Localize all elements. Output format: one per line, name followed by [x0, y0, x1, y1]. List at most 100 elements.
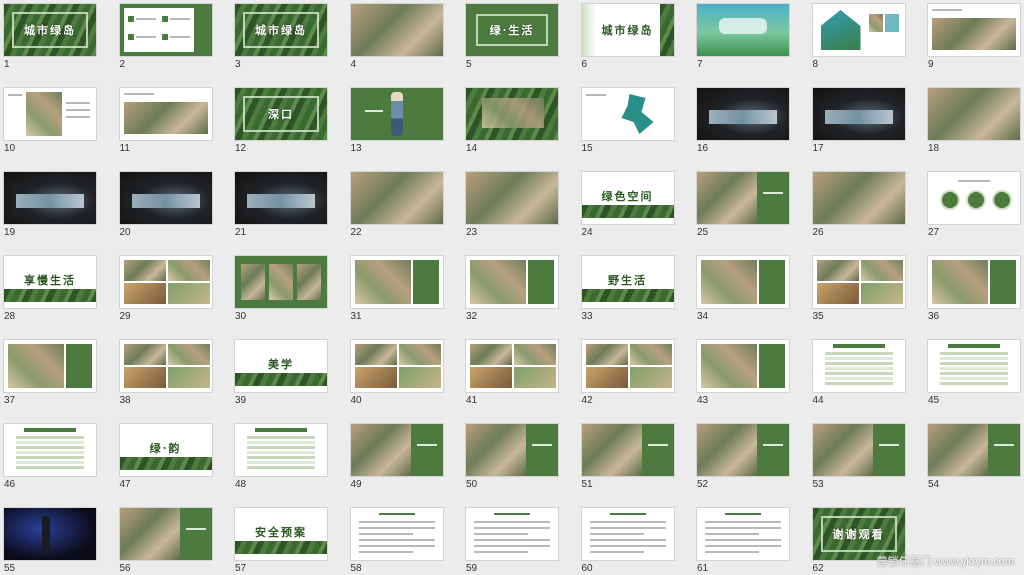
- table-row: [940, 372, 1008, 375]
- photo-strip: [932, 18, 1016, 50]
- slide-number: 14: [466, 143, 478, 154]
- photo: [167, 344, 210, 365]
- photo: [697, 172, 757, 224]
- slide-preview: [4, 172, 96, 224]
- photo: [701, 344, 757, 388]
- green-panel: [66, 344, 92, 388]
- table-row: [247, 466, 315, 469]
- slide-preview: [119, 508, 212, 560]
- photo: [581, 424, 642, 476]
- slide-number: 3: [235, 59, 241, 70]
- photo: [241, 264, 265, 300]
- table-row: [824, 377, 893, 380]
- slide-number: 18: [928, 143, 940, 154]
- photo: [269, 264, 293, 300]
- slide-number: 34: [697, 311, 709, 322]
- slide-preview: [350, 172, 443, 224]
- photo: [932, 260, 988, 304]
- green-panel: [759, 260, 785, 304]
- slide-preview: [812, 172, 905, 224]
- text-line: [66, 109, 90, 111]
- green-panel: [757, 424, 789, 476]
- leaf-band: [235, 541, 327, 554]
- photo: [482, 98, 544, 128]
- slide-preview: 美学: [235, 340, 327, 392]
- slide-number: 19: [4, 227, 16, 238]
- slide-preview: [4, 424, 96, 476]
- photo: [8, 344, 64, 388]
- text-line: [705, 533, 759, 535]
- slide-title: 深口: [268, 108, 294, 121]
- text-line: [705, 527, 781, 529]
- slide-number: 27: [928, 227, 940, 238]
- poster-logo: [719, 18, 767, 34]
- slide-number: 6: [581, 59, 588, 70]
- slide-number: 52: [697, 479, 709, 490]
- text-line: [358, 551, 413, 553]
- table-row: [824, 382, 893, 385]
- caption-line: [932, 9, 962, 11]
- slide-title: 野生活: [608, 274, 647, 287]
- text-line: [589, 521, 666, 523]
- table-row: [247, 441, 315, 444]
- photo: [398, 367, 441, 388]
- slide-number: 61: [697, 563, 709, 574]
- green-panel: [759, 344, 785, 388]
- house-shape: [820, 10, 861, 50]
- render-booth: [131, 194, 200, 208]
- table-row: [247, 446, 315, 449]
- text-line: [589, 539, 666, 541]
- photo: [816, 283, 859, 304]
- green-panel: [526, 424, 558, 476]
- slide-preview: [350, 340, 443, 392]
- slide-title: 美学: [268, 358, 294, 371]
- green-panel: [412, 260, 439, 304]
- slide-title: 谢谢观看: [832, 528, 885, 541]
- text-line: [474, 527, 550, 529]
- photo: [629, 344, 672, 365]
- slide-preview: [235, 172, 327, 224]
- slide-preview: [350, 256, 443, 308]
- slide-number: 49: [350, 479, 362, 490]
- slide-preview: [697, 340, 789, 392]
- text-line: [705, 545, 781, 547]
- slide-number: 4: [350, 59, 357, 70]
- slide-preview: [466, 172, 558, 224]
- table-row: [16, 436, 84, 439]
- slide-title: 城市绿岛: [24, 24, 76, 37]
- green-panel: [410, 424, 443, 476]
- slide-number: 11: [119, 143, 130, 154]
- slide-preview: [350, 508, 443, 560]
- slide-number: 29: [119, 311, 131, 322]
- slide-number: 58: [350, 563, 362, 574]
- slide-preview: 绿·生活: [466, 4, 558, 56]
- caption-line: [958, 180, 990, 182]
- caption-line: [123, 93, 154, 95]
- photo: [585, 344, 628, 365]
- slide-preview: [119, 256, 212, 308]
- slide-preview: 城市绿岛: [235, 4, 327, 56]
- slide-preview: [350, 88, 443, 140]
- render-booth: [709, 110, 777, 124]
- photo: [868, 14, 883, 32]
- table-header: [24, 428, 76, 432]
- slide-title: 安全预案: [255, 526, 307, 539]
- slide-number: 45: [928, 395, 940, 406]
- slide-preview: [928, 340, 1020, 392]
- slide-number: 8: [812, 59, 819, 70]
- slide-preview: [466, 508, 558, 560]
- text-line: [474, 521, 550, 523]
- text-line: [416, 444, 437, 446]
- slide-preview: 城市绿岛: [4, 4, 96, 56]
- slide-preview: [697, 424, 789, 476]
- photo: [470, 260, 526, 304]
- contents-card: [123, 8, 194, 52]
- photo: [123, 344, 166, 365]
- table-header: [832, 344, 885, 348]
- slide-preview: [466, 340, 558, 392]
- text-line: [705, 521, 781, 523]
- heading-line: [494, 513, 530, 515]
- slide-number: 28: [4, 311, 16, 322]
- caption-line: [8, 94, 22, 96]
- photo: [123, 260, 166, 281]
